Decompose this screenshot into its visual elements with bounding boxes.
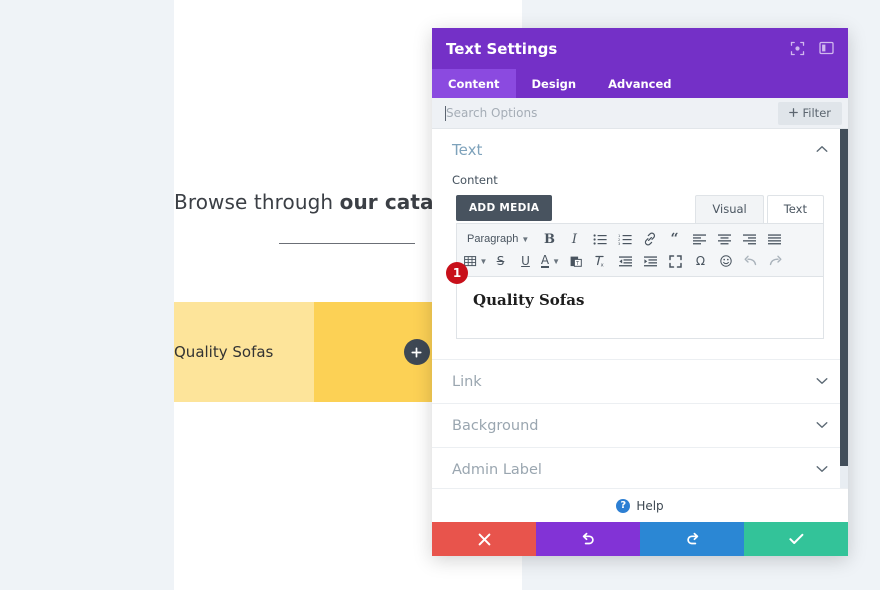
- editor-content-area[interactable]: Quality Sofas: [456, 277, 824, 339]
- format-select-label: Paragraph: [467, 233, 519, 245]
- filter-button-label: Filter: [802, 106, 831, 120]
- tab-visual[interactable]: Visual: [695, 195, 764, 223]
- question-mark-icon: ?: [616, 498, 631, 513]
- text-settings-modal: Text Settings Content Design Advanced Se…: [432, 28, 848, 556]
- tab-text[interactable]: Text: [766, 195, 824, 223]
- align-center-icon[interactable]: [712, 229, 737, 250]
- svg-text:x: x: [601, 263, 604, 268]
- chevron-up-icon[interactable]: [816, 144, 828, 156]
- accordion-background-label: Background: [452, 417, 539, 434]
- underline-icon[interactable]: U: [513, 251, 538, 272]
- page-heading-prefix: Browse through: [174, 190, 340, 214]
- modal-title: Text Settings: [446, 39, 558, 58]
- blockquote-icon[interactable]: “: [662, 229, 687, 250]
- heading-divider: [279, 243, 415, 244]
- align-left-icon[interactable]: [687, 229, 712, 250]
- toolbar-row-1: Paragraph ▼ B I 1 2 3 “: [463, 228, 817, 250]
- link-icon[interactable]: [637, 229, 662, 250]
- section-text-title: Text: [452, 141, 483, 159]
- redo-icon[interactable]: [763, 251, 788, 272]
- expand-icon[interactable]: [790, 41, 805, 56]
- clear-formatting-icon[interactable]: x: [588, 251, 613, 272]
- special-character-icon[interactable]: Ω: [688, 251, 713, 272]
- numbered-list-icon[interactable]: 1 2 3: [612, 229, 637, 250]
- fullscreen-icon[interactable]: [663, 251, 688, 272]
- vertical-scrollbar[interactable]: [840, 129, 848, 488]
- tab-advanced[interactable]: Advanced: [592, 69, 687, 98]
- tab-content[interactable]: Content: [432, 69, 516, 98]
- text-caret: [445, 106, 446, 121]
- wysiwyg-editor: ADD MEDIA Visual Text Paragraph ▼ B I 1 …: [432, 187, 848, 339]
- align-right-icon[interactable]: [737, 229, 762, 250]
- save-button[interactable]: [744, 522, 848, 556]
- editor-content-text: Quality Sofas: [473, 291, 585, 309]
- chevron-down-icon[interactable]: [816, 376, 828, 388]
- screen: Browse through our catalo Quality Sofas …: [0, 0, 880, 590]
- tab-design[interactable]: Design: [516, 69, 593, 98]
- bulleted-list-icon[interactable]: [587, 229, 612, 250]
- panel-layout-icon[interactable]: [819, 41, 834, 56]
- accordion-link-label: Link: [452, 373, 482, 390]
- accordion-admin-label-label: Admin Label: [452, 461, 542, 478]
- bold-icon[interactable]: B: [537, 229, 562, 250]
- scrollbar-thumb[interactable]: [840, 129, 848, 467]
- callout-badge-1: 1: [446, 262, 468, 284]
- section-text-header[interactable]: Text: [432, 129, 848, 171]
- svg-text:3: 3: [618, 242, 620, 245]
- yellow-card-label: Quality Sofas: [174, 343, 274, 361]
- outdent-icon[interactable]: [613, 251, 638, 272]
- chevron-down-icon: ▼: [552, 256, 561, 266]
- indent-icon[interactable]: [638, 251, 663, 272]
- editor-top-row: ADD MEDIA Visual Text: [456, 195, 824, 223]
- align-justify-icon[interactable]: [762, 229, 787, 250]
- search-input[interactable]: [446, 106, 778, 120]
- editor-mode-tabs: Visual Text: [695, 195, 824, 223]
- accordion-background[interactable]: Background: [432, 403, 848, 447]
- plus-icon[interactable]: [403, 339, 430, 365]
- modal-body: Text Content ADD MEDIA Visual Text Parag…: [432, 129, 848, 488]
- add-media-button[interactable]: ADD MEDIA: [456, 195, 553, 221]
- search-options-row: Filter: [432, 98, 848, 129]
- modal-tabs: Content Design Advanced: [432, 69, 848, 98]
- chevron-down-icon: ▼: [521, 234, 530, 244]
- undo-button[interactable]: [536, 522, 640, 556]
- plus-icon: [788, 106, 798, 120]
- content-field-label: Content: [452, 173, 498, 187]
- cancel-button[interactable]: [432, 522, 536, 556]
- chevron-down-icon: ▼: [479, 256, 488, 266]
- settings-scroll-area: Text Content ADD MEDIA Visual Text Parag…: [432, 129, 848, 488]
- accordion-link[interactable]: Link: [432, 359, 848, 403]
- redo-button[interactable]: [640, 522, 744, 556]
- modal-header-actions: [790, 41, 834, 56]
- undo-icon[interactable]: [738, 251, 763, 272]
- chevron-down-icon[interactable]: [816, 464, 828, 476]
- italic-icon[interactable]: I: [562, 229, 587, 250]
- accordion-admin-label[interactable]: Admin Label: [432, 447, 848, 488]
- editor-toolbar: Paragraph ▼ B I 1 2 3 “ ▼ S U A ▼ T x Ω: [456, 223, 824, 277]
- help-label: Help: [636, 498, 664, 513]
- paste-as-text-icon[interactable]: T: [563, 251, 588, 272]
- help-row[interactable]: ? Help: [432, 488, 848, 522]
- modal-footer: [432, 522, 848, 556]
- toolbar-row-2: ▼ S U A ▼ T x Ω: [463, 250, 817, 272]
- format-select[interactable]: Paragraph ▼: [463, 229, 537, 250]
- strikethrough-icon[interactable]: S: [488, 251, 513, 272]
- yellow-left-cell: Quality Sofas: [174, 302, 314, 402]
- modal-header: Text Settings: [432, 28, 848, 69]
- text-color-icon[interactable]: A ▼: [538, 251, 563, 272]
- emoji-icon[interactable]: [713, 251, 738, 272]
- chevron-down-icon[interactable]: [816, 420, 828, 432]
- filter-button[interactable]: Filter: [777, 101, 842, 125]
